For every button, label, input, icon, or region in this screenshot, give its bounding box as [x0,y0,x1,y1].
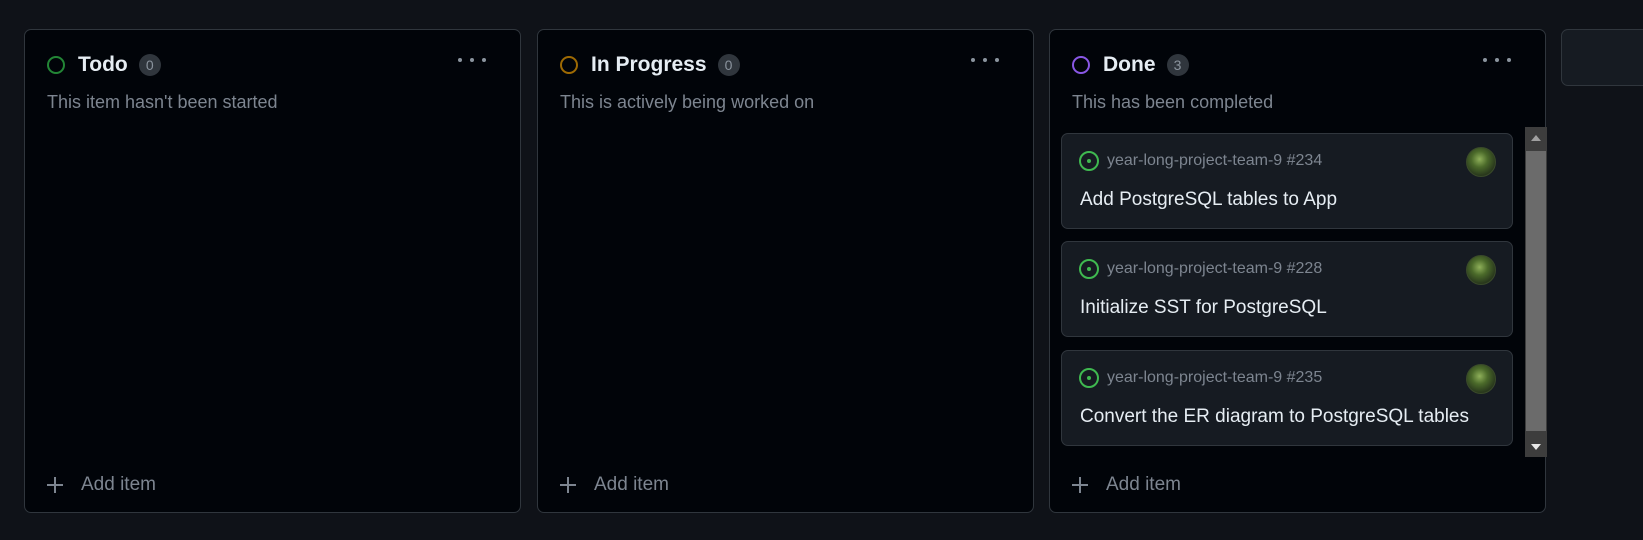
assignee-avatar[interactable] [1466,364,1496,394]
assignee-avatar[interactable] [1466,147,1496,177]
column-title: In Progress [591,53,707,76]
issue-open-icon [1079,368,1099,388]
add-item-label: Add item [1106,474,1181,495]
status-circle-icon [47,56,65,74]
next-column-partial[interactable] [1561,29,1643,86]
add-item-label: Add item [594,474,669,495]
issue-card[interactable]: year-long-project-team-9 #228 Initialize… [1061,241,1513,337]
column-more-options-button[interactable] [458,50,486,70]
assignee-avatar[interactable] [1466,255,1496,285]
card-meta: year-long-project-team-9 #235 [1079,368,1322,388]
column-header: In Progress 0 [560,52,740,78]
card-meta: year-long-project-team-9 #228 [1079,259,1322,279]
add-item-button[interactable]: Add item [1072,470,1181,500]
more-dots-icon [971,58,975,62]
column-title: Done [1103,53,1156,76]
column-description: This item hasn't been started [47,92,278,112]
column-header: Done 3 [1072,52,1189,78]
column-title: Todo [78,53,128,76]
issue-card[interactable]: year-long-project-team-9 #235 Convert th… [1061,350,1513,446]
column-todo: Todo 0 This item hasn't been started Add… [24,29,521,513]
scrollbar-thumb[interactable] [1526,151,1546,431]
status-circle-icon [560,56,578,74]
card-repo-ref[interactable]: year-long-project-team-9 #228 [1107,260,1322,278]
card-title[interactable]: Convert the ER diagram to PostgreSQL tab… [1080,406,1469,428]
column-more-options-button[interactable] [971,50,999,70]
item-count-badge: 3 [1166,54,1189,76]
column-done: Done 3 This has been completed year-long… [1049,29,1547,513]
card-title[interactable]: Initialize SST for PostgreSQL [1080,297,1327,319]
card-repo-ref[interactable]: year-long-project-team-9 #235 [1107,369,1322,387]
scroll-down-arrow-icon[interactable] [1525,435,1547,457]
issue-open-icon [1079,151,1099,171]
more-dots-icon [458,58,462,62]
card-meta: year-long-project-team-9 #234 [1079,151,1322,171]
add-item-button[interactable]: Add item [47,470,156,500]
plus-icon [1072,477,1088,493]
status-circle-icon [1072,56,1090,74]
card-title[interactable]: Add PostgreSQL tables to App [1080,189,1337,211]
column-header: Todo 0 [47,52,161,78]
card-repo-ref[interactable]: year-long-project-team-9 #234 [1107,152,1322,170]
scroll-up-arrow-icon[interactable] [1525,127,1547,149]
issue-card[interactable]: year-long-project-team-9 #234 Add Postgr… [1061,133,1513,229]
add-item-button[interactable]: Add item [560,470,669,500]
column-more-options-button[interactable] [1483,50,1511,70]
vertical-scrollbar[interactable] [1525,127,1547,457]
plus-icon [560,477,576,493]
add-item-label: Add item [81,474,156,495]
column-description: This has been completed [1072,92,1274,112]
issue-open-icon [1079,259,1099,279]
item-count-badge: 0 [717,54,740,76]
column-in-progress: In Progress 0 This is actively being wor… [537,29,1034,513]
item-count-badge: 0 [138,54,161,76]
plus-icon [47,477,63,493]
project-board: Todo 0 This item hasn't been started Add… [0,0,1643,540]
column-description: This is actively being worked on [560,92,815,112]
more-dots-icon [1483,58,1487,62]
